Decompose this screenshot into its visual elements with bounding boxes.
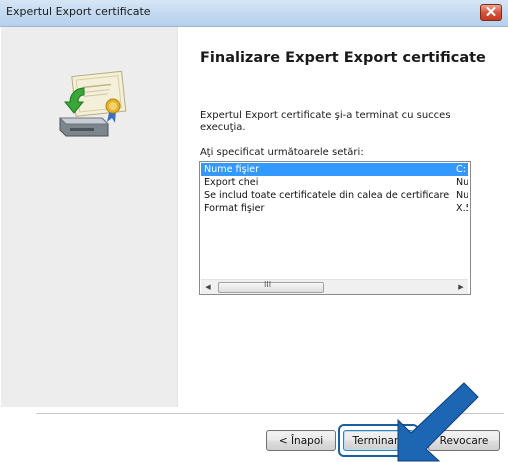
pointer-arrow-icon (397, 382, 479, 462)
wizard-window: Expertul Export certificate Finalizare E… (0, 0, 508, 462)
